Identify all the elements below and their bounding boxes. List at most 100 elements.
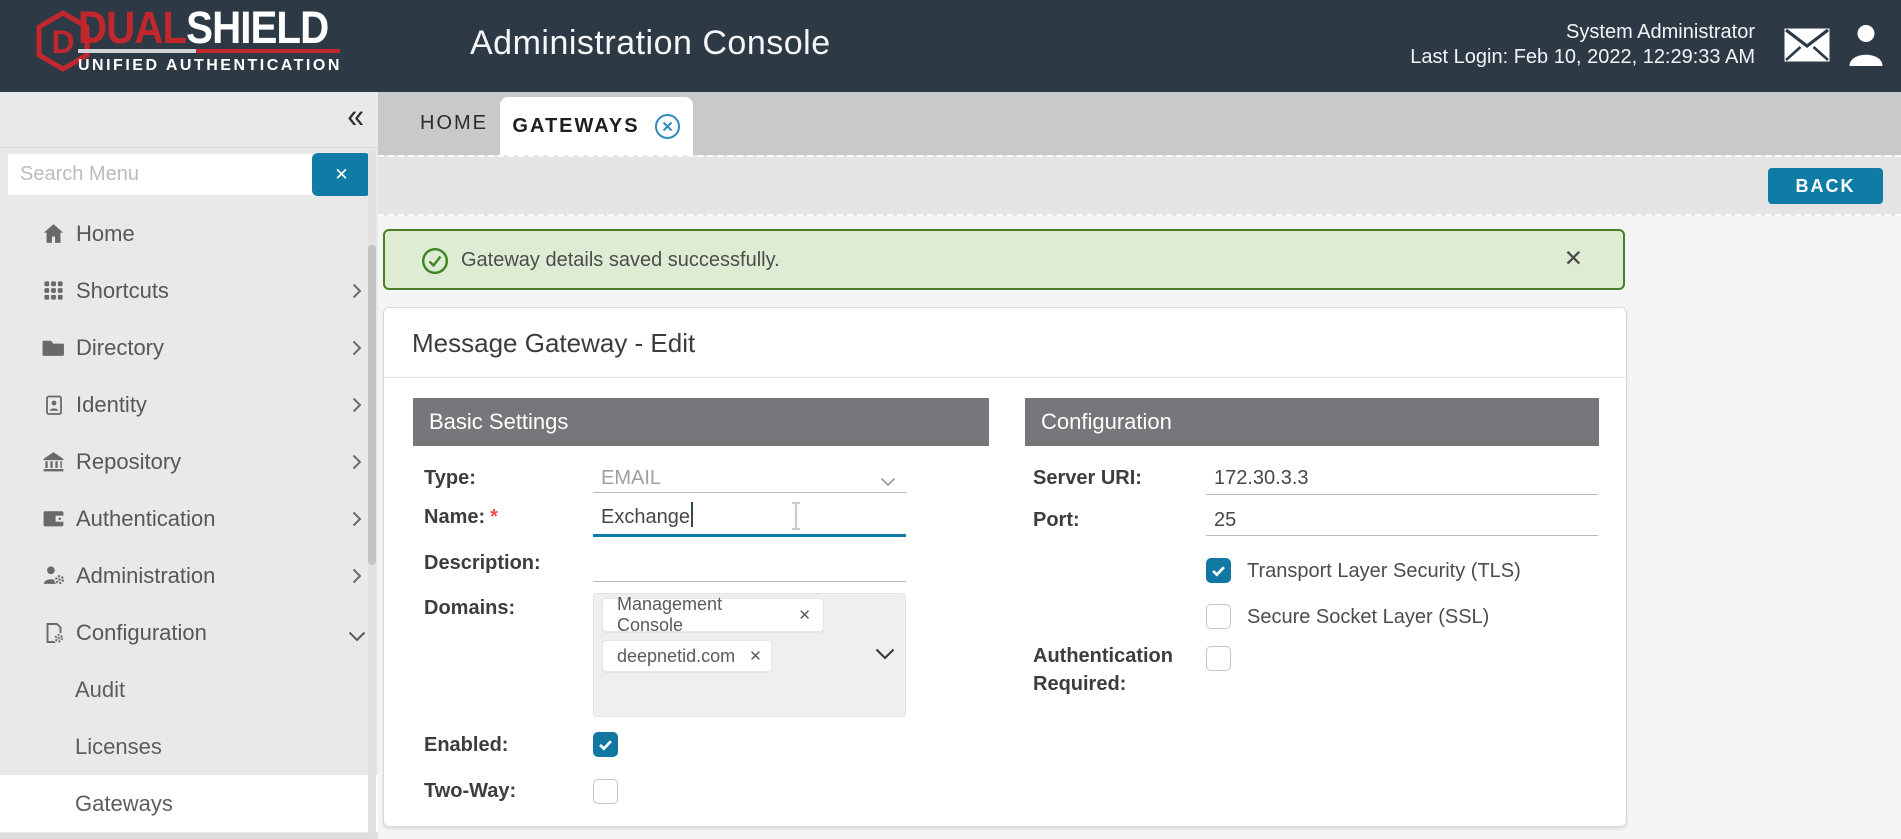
twoway-label: Two-Way: [424,776,516,806]
sidebar-item-home[interactable]: Home [0,205,378,262]
search-input[interactable] [8,154,312,195]
chevron-right-icon [352,511,362,532]
logo-letter: D [51,24,74,60]
port-label: Port: [1033,505,1080,535]
tab-close-icon[interactable] [654,113,681,140]
domains-multiselect[interactable]: Management Console deepnetid.com [593,593,906,717]
sidebar-item-label: Directory [76,335,164,361]
name-label: Name:* [424,502,498,532]
server-uri-label: Server URI: [1033,463,1142,493]
sidebar-item-authentication[interactable]: Authentication [0,490,378,547]
administration-icon [40,562,67,589]
port-input[interactable]: 25 [1214,505,1236,535]
chevron-right-icon [352,397,362,418]
dualshield-admin-console: D DUALSHIELD UNIFIED AUTHENTICATION Admi… [0,0,1901,839]
toolbar: BACK [378,155,1901,216]
brand-tagline: UNIFIED AUTHENTICATION [78,57,342,75]
tab-bar: HOME GATEWAYS [378,92,1901,155]
sidebar-scrollbar-thumb[interactable] [368,245,376,565]
shortcuts-icon [40,277,67,304]
tls-label: Transport Layer Security (TLS) [1247,556,1521,586]
authentication-icon [40,505,67,532]
divider [384,377,1626,378]
user-name: System Administrator [1410,20,1755,45]
banner-close-icon[interactable] [1564,245,1583,272]
server-uri-input[interactable]: 172.30.3.3 [1214,463,1309,493]
auth-required-label-line1: Authentication [1033,641,1173,671]
divider [0,147,378,148]
sidebar-item-label: Home [76,221,135,247]
type-label: Type: [424,463,476,493]
select-chevron-icon[interactable] [880,474,896,492]
tab-home[interactable]: HOME [408,92,500,155]
ibeam-cursor [789,501,803,536]
success-message: Gateway details saved successfully. [461,249,780,272]
sidebar-item-repository[interactable]: Repository [0,433,378,490]
sidebar-item-shortcuts[interactable]: Shortcuts [0,262,378,319]
chevron-down-icon [348,629,366,647]
sidebar-item-licenses[interactable]: Licenses [0,718,378,775]
directory-icon [40,334,67,361]
enabled-checkbox[interactable] [593,732,618,757]
sidebar-item-configuration[interactable]: Configuration [0,604,378,661]
tls-checkbox[interactable] [1206,558,1231,583]
sidebar-item-administration[interactable]: Administration [0,547,378,604]
domain-tag: deepnetid.com [602,640,772,672]
dualshield-logo: D DUALSHIELD UNIFIED AUTHENTICATION [34,4,342,75]
success-banner: Gateway details saved successfully. [383,229,1625,290]
success-check-icon [421,247,449,275]
required-asterisk: * [490,506,498,528]
description-label: Description: [424,548,541,578]
chevron-right-icon [352,568,362,589]
text-caret [691,502,693,527]
top-header: D DUALSHIELD UNIFIED AUTHENTICATION Admi… [0,0,1901,92]
chevron-right-icon [352,454,362,475]
sidebar-item-label: Administration [76,563,215,589]
chevron-right-icon [352,340,362,361]
auth-required-checkbox[interactable] [1206,646,1231,671]
sidebar-item-directory[interactable]: Directory [0,319,378,376]
domains-chevron-icon[interactable] [875,647,895,665]
domain-tag: Management Console [602,598,824,632]
name-focus-underline [593,534,906,537]
auth-required-label-line2: Required: [1033,669,1126,699]
sidebar-item-identity[interactable]: Identity [0,376,378,433]
search-clear-button[interactable] [312,153,371,196]
sidebar-item-label: Configuration [76,620,207,646]
sidebar-bottom-edge [0,833,378,839]
user-info: System Administrator Last Login: Feb 10,… [1410,20,1755,70]
home-icon [40,220,67,247]
sidebar-item-label: Shortcuts [76,278,169,304]
name-input[interactable]: Exchange [601,502,693,532]
sidebar-item-label: Authentication [76,506,215,532]
enabled-label: Enabled: [424,730,508,760]
ssl-label: Secure Socket Layer (SSL) [1247,602,1489,632]
sidebar-collapse-icon[interactable] [347,100,364,135]
sidebar-item-audit[interactable]: Audit [0,661,378,718]
page-title: Administration Console [470,24,831,63]
basic-settings-header: Basic Settings [413,398,989,446]
brand-wordmark: DUALSHIELD [78,4,331,52]
sidebar-menu: Home Shortcuts Directory [0,205,378,832]
remove-tag-icon[interactable] [749,647,762,665]
sidebar-item-label: Identity [76,392,147,418]
user-icon[interactable] [1847,24,1885,66]
sidebar: Home Shortcuts Directory [0,92,378,839]
last-login: Last Login: Feb 10, 2022, 12:29:33 AM [1410,45,1755,70]
configuration-icon [40,619,67,646]
domains-label: Domains: [424,593,515,623]
tab-gateways[interactable]: GATEWAYS [500,97,693,155]
twoway-checkbox[interactable] [593,779,618,804]
type-select[interactable]: EMAIL [601,463,661,493]
ssl-checkbox[interactable] [1206,604,1231,629]
form-title: Message Gateway - Edit [412,328,695,359]
sidebar-item-gateways[interactable]: Gateways [0,775,378,832]
back-button[interactable]: BACK [1768,168,1883,204]
sidebar-item-label: Repository [76,449,181,475]
repository-icon [40,448,67,475]
main-content: HOME GATEWAYS BACK Gateway details saved… [378,92,1901,839]
remove-tag-icon[interactable] [798,606,811,624]
mail-icon[interactable] [1783,27,1831,63]
gateway-edit-card: Message Gateway - Edit Basic Settings Co… [383,307,1627,827]
chevron-right-icon [352,283,362,304]
